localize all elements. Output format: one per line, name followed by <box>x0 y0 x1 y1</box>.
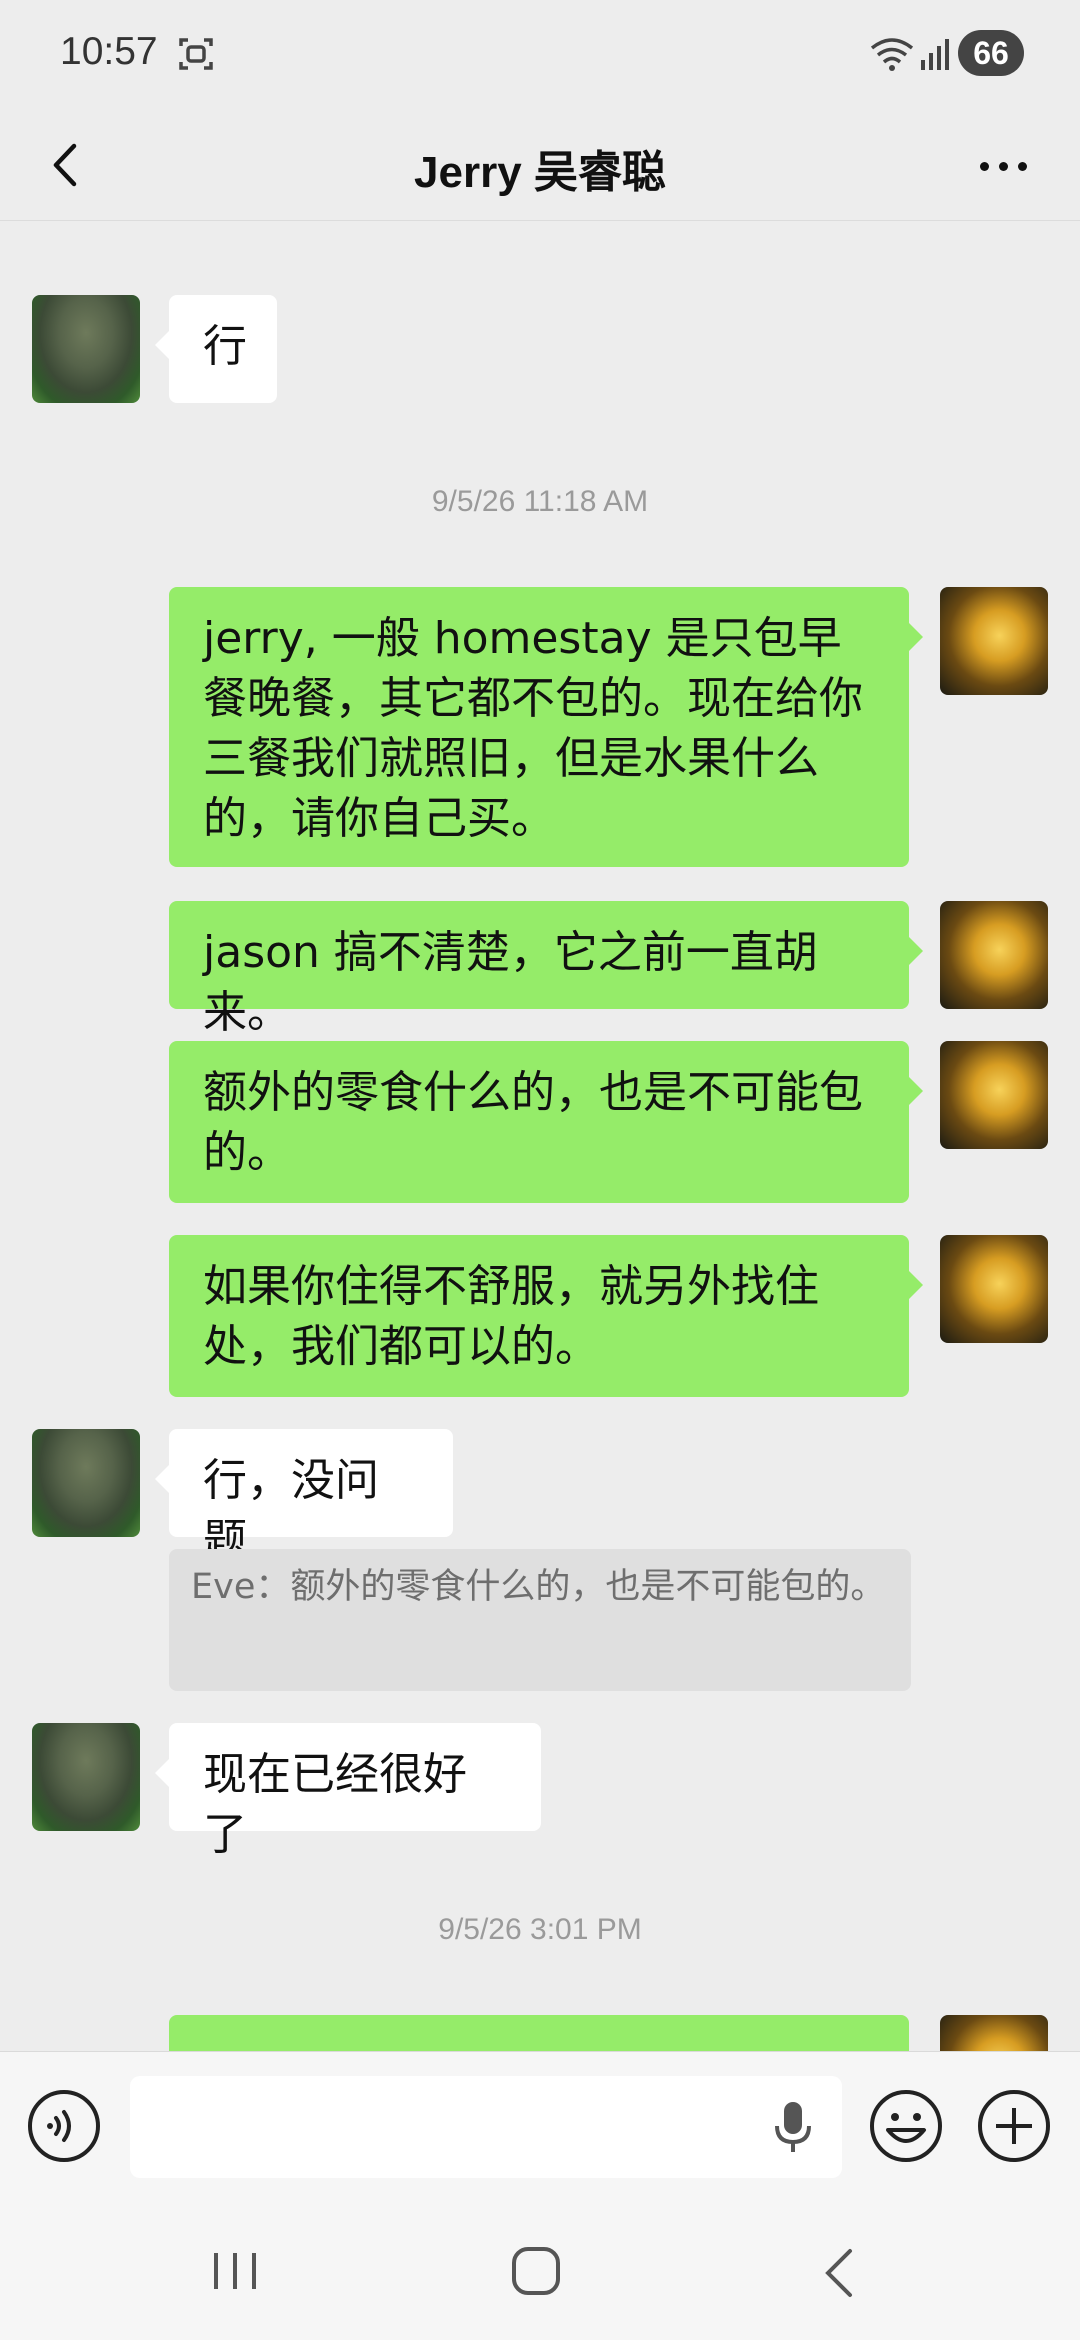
plus-icon[interactable] <box>976 2088 1052 2164</box>
input-bar <box>0 2051 1080 2202</box>
my-avatar[interactable] <box>940 1235 1048 1343</box>
emoji-icon[interactable] <box>868 2088 944 2164</box>
battery-badge: 66 <box>958 30 1024 76</box>
message-bubble-outgoing-partial[interactable] <box>169 2015 909 2051</box>
status-bar: 10:57 66 <box>0 0 1080 110</box>
quoted-reply[interactable]: Eve：额外的零食什么的，也是不可能包的。 <box>169 1549 911 1691</box>
message-bubble-outgoing[interactable]: 额外的零食什么的，也是不可能包的。 <box>169 1041 923 1203</box>
timestamp: 9/5/26 11:18 AM <box>431 485 649 518</box>
contact-avatar[interactable] <box>32 295 140 403</box>
signal-icon <box>921 39 949 70</box>
chat-title: Jerry 吴睿聪 <box>414 148 666 197</box>
message-bubble-outgoing[interactable]: jerry, 一般 homestay 是只包早餐晚餐，其它都不包的。现在给你三餐… <box>169 587 923 867</box>
message-bubble-incoming[interactable]: 现在已经很好了 <box>155 1723 541 1860</box>
my-avatar[interactable] <box>940 2015 1048 2051</box>
wifi-icon <box>870 38 914 71</box>
my-avatar[interactable] <box>940 587 1048 695</box>
my-avatar[interactable] <box>940 901 1048 1009</box>
contact-avatar[interactable] <box>32 1429 140 1537</box>
more-dots-icon[interactable] <box>974 138 1034 194</box>
my-avatar[interactable] <box>940 1041 1048 1149</box>
contact-avatar[interactable] <box>32 1723 140 1831</box>
message-bubble-incoming[interactable]: 行，没问题 <box>155 1429 453 1566</box>
back-icon[interactable] <box>818 2245 858 2301</box>
message-input[interactable] <box>130 2076 842 2178</box>
chat-header: Jerry 吴睿聪 <box>0 110 1080 221</box>
mic-icon[interactable] <box>772 2100 814 2154</box>
chat-area[interactable]: 行 9/5/26 11:18 AM jerry, 一般 homestay 是只包… <box>0 221 1080 2051</box>
message-bubble-incoming[interactable]: 行 <box>155 295 277 403</box>
message-bubble-outgoing[interactable]: jason 搞不清楚，它之前一直胡来。 <box>169 901 923 1038</box>
message-bubble-outgoing[interactable]: 如果你住得不舒服，就另外找住处，我们都可以的。 <box>169 1235 923 1397</box>
home-icon[interactable] <box>510 2245 562 2297</box>
timestamp: 9/5/26 3:01 PM <box>438 1913 642 1946</box>
status-time: 10:57 <box>60 30 158 73</box>
screenshot-icon <box>179 38 213 70</box>
system-nav-bar <box>0 2201 1080 2340</box>
voice-toggle-icon[interactable] <box>26 2088 102 2164</box>
recent-apps-icon[interactable] <box>210 2249 260 2293</box>
